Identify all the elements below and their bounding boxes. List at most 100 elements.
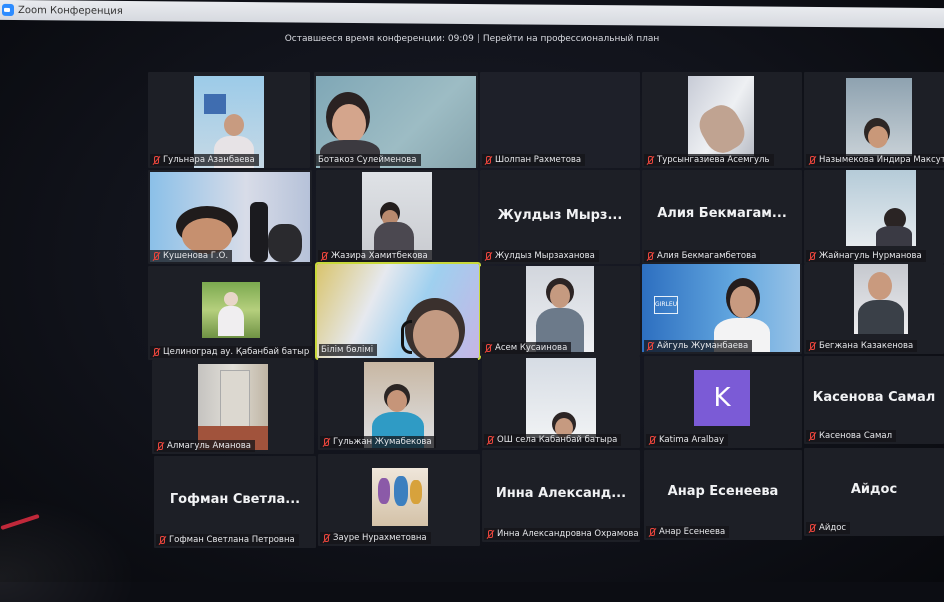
participant-display-name: Касенова Самал <box>812 390 936 405</box>
participant-tile[interactable]: Ботакоз Сулейменова <box>314 72 478 168</box>
participant-tile[interactable]: Касенова Самал Касенова Самал <box>804 356 944 444</box>
upgrade-plan-link[interactable]: Перейти на профессиональный план <box>483 34 659 44</box>
mic-muted-icon <box>484 251 492 261</box>
participant-tile[interactable]: Кушенова Г.О. <box>148 170 312 264</box>
participant-tile[interactable]: K Katima Aralbay <box>644 356 802 448</box>
participant-name: Бегжана Казакенова <box>806 340 918 352</box>
mic-muted-icon <box>152 251 160 261</box>
time-remaining-banner: Оставшееся время конференции: 09:09 | Пере… <box>0 34 944 44</box>
participant-tile[interactable]: Назымекова Индира Максутовна <box>804 72 944 168</box>
participant-name: Ботакоз Сулейменова <box>316 154 421 166</box>
participant-name: Турсынгазиева Асемгуль <box>644 154 774 166</box>
participant-name: Касенова Самал <box>806 430 897 442</box>
participant-tile[interactable]: Жазира Хамитбекова <box>316 170 478 264</box>
participant-video <box>526 266 594 352</box>
participant-name: Анар Есенеева <box>646 526 730 538</box>
participant-display-name: Жулдыз Мырз... <box>497 208 623 223</box>
participant-video <box>846 78 912 156</box>
participant-video: GIRLEU <box>642 264 800 352</box>
girleu-logo: GIRLEU <box>654 296 678 314</box>
mic-muted-icon <box>646 251 654 261</box>
mic-muted-icon <box>808 523 816 533</box>
red-cable <box>0 513 40 531</box>
participant-name: Назымекова Индира Максутовна <box>806 154 944 166</box>
mic-muted-icon <box>486 529 494 539</box>
title-bar: Zoom Конференция <box>0 0 944 29</box>
participant-display-name: Алия Бекмагам... <box>657 206 787 221</box>
participant-display-name: Анар Есенеева <box>667 484 779 499</box>
participant-tile[interactable]: Бегжана Казакенова <box>804 264 944 354</box>
mic-muted-icon <box>648 527 656 537</box>
window-title: Zoom Конференция <box>18 4 123 17</box>
participant-name: Жулдыз Мырзаханова <box>482 250 599 262</box>
participant-tile[interactable]: Жайнагуль Нурманова <box>804 170 944 264</box>
participant-name: Katima Aralbay <box>646 434 729 446</box>
participant-tile[interactable]: Шолпан Рахметова <box>480 72 640 168</box>
participant-tile-active-speaker[interactable]: Білім бөлімі <box>315 262 481 360</box>
participant-tile[interactable]: Турсынгазиева Асемгуль <box>642 72 802 168</box>
mic-muted-icon <box>152 347 160 357</box>
banner-separator: | <box>476 34 480 44</box>
participant-tile[interactable]: Целиноград ау. Қабанбай батыр ... <box>148 266 312 360</box>
participant-tile[interactable]: GIRLEU Айгуль Жуманбаева <box>642 264 802 354</box>
mic-muted-icon <box>808 155 816 165</box>
participant-name: Гульжан Жумабекова <box>320 436 436 448</box>
participant-tile[interactable]: Алмагуль Аманова <box>152 360 314 454</box>
participant-display-name: Гофман Светла... <box>169 492 301 507</box>
participant-tile[interactable]: Асем Кусаинова <box>480 266 640 356</box>
mic-muted-icon <box>646 341 654 351</box>
participant-name: Гофман Светлана Петровна <box>156 534 299 546</box>
participant-tile[interactable]: Анар Есенеева Анар Есенеева <box>644 450 802 540</box>
participant-name: Асем Кусаинова <box>482 342 572 354</box>
participant-name: Білім бөлімі <box>319 344 378 356</box>
mic-muted-icon <box>484 343 492 353</box>
participant-tile[interactable]: Гофман Светла... Гофман Светлана Петровн… <box>154 456 316 548</box>
screen-glare <box>0 482 160 602</box>
participant-name: Зауре Нурахметовна <box>320 532 431 544</box>
participant-name: Жазира Хамитбекова <box>318 250 432 262</box>
mic-muted-icon <box>808 341 816 351</box>
participant-tile[interactable]: ОШ села Кабанбай батыра <box>482 356 640 448</box>
mic-muted-icon <box>484 155 492 165</box>
participant-video <box>362 172 432 260</box>
participant-display-name: Инна Александ... <box>495 486 627 501</box>
time-remaining-text: Оставшееся время конференции: 09:09 <box>284 34 474 44</box>
participant-tile[interactable]: Гульжан Жумабекова <box>318 358 478 450</box>
participant-video <box>150 172 310 262</box>
mic-muted-icon <box>320 251 328 261</box>
mic-muted-icon <box>158 535 166 545</box>
participant-video <box>372 468 428 526</box>
mic-muted-icon <box>808 431 816 441</box>
mic-muted-icon <box>156 441 164 451</box>
participant-name: Целиноград ау. Қабанбай батыр ... <box>150 346 312 358</box>
participant-tile[interactable]: Гульнара Азанбаева <box>148 72 310 168</box>
mic-muted-icon <box>322 533 330 543</box>
participant-name: Инна Александровна Охрамова <box>484 528 640 540</box>
participant-name: Айдос <box>806 522 851 534</box>
avatar: K <box>694 370 750 426</box>
participant-name: Кушенова Г.О. <box>150 250 233 262</box>
participant-tile[interactable]: Жулдыз Мырз... Жулдыз Мырзаханова <box>480 170 640 264</box>
participant-name: Алмагуль Аманова <box>154 440 255 452</box>
mic-muted-icon <box>486 435 494 445</box>
mic-muted-icon <box>648 435 656 445</box>
participant-tile[interactable]: Айдос Айдос <box>804 448 944 536</box>
mic-muted-icon <box>808 251 816 261</box>
participant-name: Жайнагуль Нурманова <box>806 250 926 262</box>
zoom-window: Zoom Конференция Оставшееся время конфер… <box>0 0 944 602</box>
mic-muted-icon <box>322 437 330 447</box>
participant-video <box>526 358 596 438</box>
participant-tile[interactable]: Зауре Нурахметовна <box>318 454 480 546</box>
participant-name: Гульнара Азанбаева <box>150 154 259 166</box>
participant-display-name: Айдос <box>850 482 898 497</box>
participant-video <box>846 170 916 246</box>
participant-video <box>854 264 908 334</box>
mic-muted-icon <box>152 155 160 165</box>
mic-muted-icon <box>646 155 654 165</box>
participant-name: Алия Бекмагамбетова <box>644 250 761 262</box>
zoom-camera-icon <box>2 3 14 17</box>
participant-name: ОШ села Кабанбай батыра <box>484 434 622 446</box>
participant-name: Айгуль Жуманбаева <box>644 340 753 352</box>
participant-tile[interactable]: Инна Александ... Инна Александровна Охра… <box>482 450 640 542</box>
participant-tile[interactable]: Алия Бекмагам... Алия Бекмагамбетова <box>642 170 802 264</box>
